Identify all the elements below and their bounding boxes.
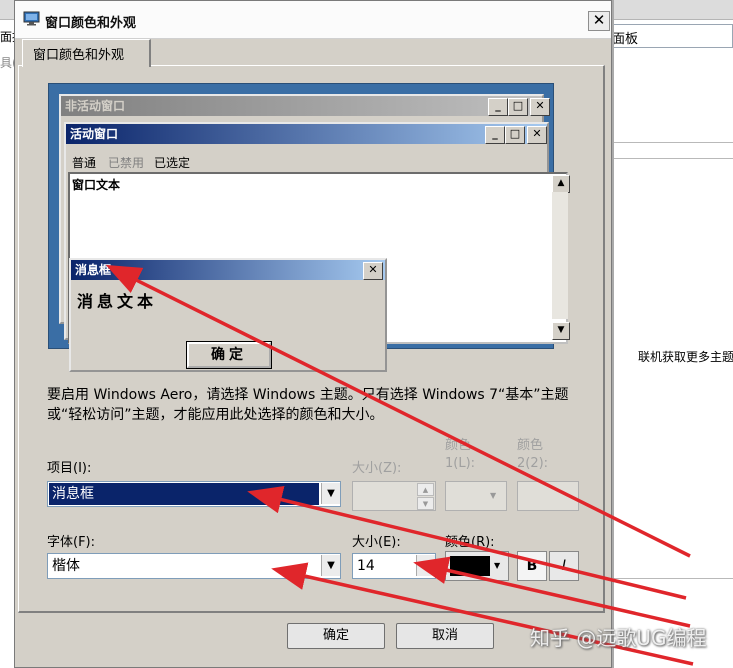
minimize-icon: _ [488,98,508,116]
color2-label: 颜色 2(2): [517,438,549,471]
watermark: 知乎 @远歌UG编程 [530,626,707,650]
font-label: 字体(F): [47,535,96,550]
scrollbar-track [552,192,568,319]
appearance-preview: 非活动窗口 _ □ ✕ 活动窗口 _ □ ✕ 普通 已禁用 已选定 窗口文本 ▲… [48,83,570,372]
get-more-themes-link[interactable]: 联机获取更多主题 [638,348,733,365]
window-text: 窗口文本 [72,178,121,192]
monitor-icon [23,11,40,26]
aero-notice: 要启用 Windows Aero，请选择 Windows 主题。只有选择 Win… [47,387,569,423]
item-label: 项目(I): [47,461,92,476]
color2-picker[interactable] [517,481,579,511]
background-address-text: 面板 [612,32,639,47]
chevron-down-icon: ▼ [321,483,340,504]
chevron-down-icon: ▼ [490,491,497,500]
menu-selected: 已选定 [154,156,191,170]
color1-picker[interactable]: ▼ [445,481,507,511]
stepper-down-icon[interactable]: ▼ [417,497,434,510]
scroll-up-icon: ▲ [552,175,570,193]
message-text: 消息文本 [77,292,158,311]
inactive-window-title: 非活动窗口 [61,96,542,116]
size-z-stepper[interactable]: ▲ ▼ [352,481,436,511]
window-color-dialog: 窗口颜色和外观 ✕ 窗口颜色和外观 非活动窗口 _ □ ✕ 活动窗口 _ □ ✕… [14,0,612,668]
message-box-title: 消息框 [71,260,385,280]
cancel-button[interactable]: 取消 [396,623,494,649]
item-select-value: 消息框 [49,483,319,505]
size-e-value: 14 [357,558,375,574]
background-divider [612,142,733,143]
ok-button[interactable]: 确定 [287,623,385,649]
minimize-icon: _ [485,126,505,144]
message-box-preview: 消息框 ✕ 消息文本 确定 [69,258,387,372]
tab-label: 窗口颜色和外观 [33,48,125,63]
background-divider [612,158,733,159]
close-icon: ✕ [530,98,550,116]
menu-disabled: 已禁用 [108,156,145,170]
maximize-icon: □ [505,126,525,144]
italic-toggle[interactable]: I [549,551,579,581]
font-color-picker[interactable]: ▼ [445,551,509,581]
dialog-title: 窗口颜色和外观 [45,16,137,31]
chevron-down-icon: ▼ [416,555,435,576]
chevron-down-icon: ▼ [321,555,340,576]
chevron-down-icon: ▼ [494,561,501,570]
tab-window-color[interactable]: 窗口颜色和外观 [22,39,151,67]
color1-label: 颜色 1(L): [445,438,476,471]
preview-ok-button: 确定 [186,341,272,369]
close-icon: ✕ [527,126,547,144]
bold-toggle[interactable]: B [517,551,547,581]
color-swatch [450,556,490,576]
dialog-close-button[interactable]: ✕ [588,11,610,31]
color-r-label: 颜色(R): [445,535,495,550]
font-select-value: 楷体 [52,558,80,574]
font-select[interactable]: 楷体 ▼ [47,553,341,579]
size-e-label: 大小(E): [352,535,401,550]
dialog-titlebar: 窗口颜色和外观 ✕ [15,1,611,39]
menu-normal: 普通 [72,156,97,170]
active-window-title: 活动窗口 [66,124,547,144]
size-e-select[interactable]: 14 ▼ [352,553,436,579]
stepper-up-icon[interactable]: ▲ [417,483,434,496]
scroll-down-icon: ▼ [552,322,570,340]
background-divider [612,578,733,579]
maximize-icon: □ [508,98,528,116]
close-icon: ✕ [363,262,383,280]
item-select[interactable]: 消息框 ▼ [47,481,341,507]
size-z-label: 大小(Z): [352,461,402,476]
